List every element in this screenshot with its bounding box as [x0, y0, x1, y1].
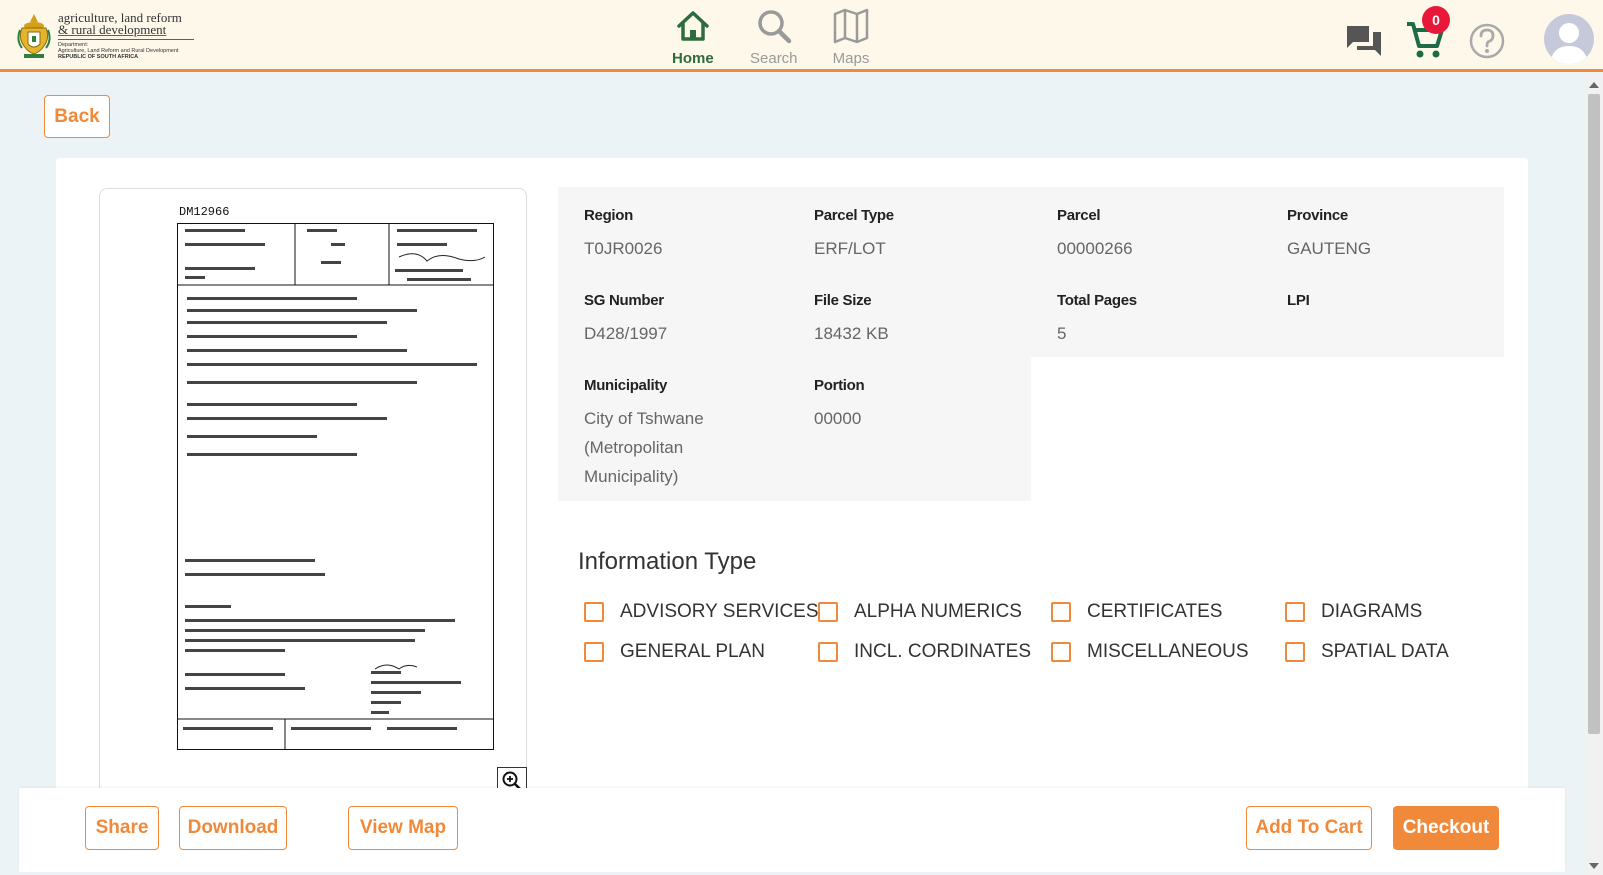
field-portion: Portion 00000	[814, 377, 865, 433]
chat-icon[interactable]	[1345, 22, 1383, 60]
checkbox-box[interactable]	[818, 602, 838, 622]
checkbox-label: MISCELLANEOUS	[1087, 641, 1249, 662]
search-icon	[758, 10, 792, 44]
map-icon	[833, 8, 869, 44]
nav-maps[interactable]: Maps	[831, 6, 871, 67]
lpi-label: LPI	[1287, 292, 1310, 309]
nav-home-label: Home	[672, 50, 714, 67]
file-size-value: 18432 KB	[814, 324, 889, 343]
logo-line-2: & rural development	[58, 22, 167, 37]
add-to-cart-button[interactable]: Add To Cart	[1246, 806, 1372, 850]
checkbox-label: ALPHA NUMERICS	[854, 601, 1022, 622]
checkbox-label: CERTIFICATES	[1087, 601, 1223, 622]
field-parcel: Parcel 00000266	[1057, 207, 1133, 263]
portion-value: 00000	[814, 409, 862, 428]
province-label: Province	[1287, 207, 1348, 224]
scrollbar-thumb[interactable]	[1588, 94, 1600, 734]
field-total-pages: Total Pages 5	[1057, 292, 1137, 348]
checkbox-box[interactable]	[1051, 602, 1071, 622]
logo-title: agriculture, land reform & rural develop…	[58, 11, 194, 37]
nav-home[interactable]: Home	[672, 6, 714, 67]
information-type-heading: Information Type	[578, 548, 757, 575]
top-header: agriculture, land reform & rural develop…	[0, 0, 1603, 72]
checkbox-general-plan[interactable]: GENERAL PLAN	[584, 641, 765, 663]
checkbox-label: GENERAL PLAN	[620, 641, 766, 662]
sg-number-value: D428/1997	[584, 324, 668, 343]
document-preview[interactable]: DM12966	[99, 188, 527, 793]
field-municipality: Municipality City of Tshwane (Metropolit…	[584, 377, 734, 491]
nav-search-label: Search	[750, 50, 798, 67]
checkbox-box[interactable]	[584, 602, 604, 622]
checkbox-box[interactable]	[1285, 602, 1305, 622]
cart-count-badge: 0	[1422, 6, 1450, 34]
checkout-button[interactable]: Checkout	[1393, 806, 1499, 850]
file-size-label: File Size	[814, 292, 872, 309]
checkbox-box[interactable]	[1285, 642, 1305, 662]
checkbox-spatial-data[interactable]: SPATIAL DATA	[1285, 641, 1449, 663]
scroll-up-arrow-icon[interactable]	[1589, 82, 1599, 88]
coat-of-arms-icon	[17, 14, 51, 58]
total-pages-label: Total Pages	[1057, 292, 1137, 309]
checkbox-certificates[interactable]: CERTIFICATES	[1051, 601, 1222, 623]
checkbox-label: DIAGRAMS	[1321, 601, 1423, 622]
checkbox-box[interactable]	[1051, 642, 1071, 662]
checkbox-miscellaneous[interactable]: MISCELLANEOUS	[1051, 641, 1249, 663]
checkbox-box[interactable]	[584, 642, 604, 662]
field-lpi: LPI	[1287, 292, 1310, 319]
field-region: Region T0JR0026	[584, 207, 662, 263]
logo-subtitle: Department: Agriculture, Land Reform and…	[58, 39, 194, 60]
municipality-value: City of Tshwane (Metropolitan Municipali…	[584, 409, 704, 486]
checkbox-label: INCL. CORDINATES	[854, 641, 1032, 662]
parcel-type-value: ERF/LOT	[814, 239, 886, 258]
parcel-value: 00000266	[1057, 239, 1133, 258]
user-icon	[1550, 23, 1588, 64]
home-icon	[677, 11, 709, 41]
checkbox-incl-cordinates[interactable]: INCL. CORDINATES	[818, 641, 1031, 663]
nav-search[interactable]: Search	[750, 6, 798, 67]
region-label: Region	[584, 207, 634, 224]
parcel-type-label: Parcel Type	[814, 207, 894, 224]
field-parcel-type: Parcel Type ERF/LOT	[814, 207, 894, 263]
municipality-label: Municipality	[584, 377, 668, 394]
parcel-label: Parcel	[1057, 207, 1101, 224]
document-scan-image	[177, 223, 494, 750]
nav-maps-label: Maps	[832, 50, 870, 67]
scroll-down-arrow-icon[interactable]	[1589, 863, 1599, 869]
help-icon[interactable]	[1468, 22, 1506, 60]
total-pages-value: 5	[1057, 324, 1067, 343]
back-button[interactable]: Back	[44, 95, 110, 138]
field-file-size: File Size 18432 KB	[814, 292, 889, 348]
checkbox-label: SPATIAL DATA	[1321, 641, 1449, 662]
checkbox-alpha-numerics[interactable]: ALPHA NUMERICS	[818, 601, 1022, 623]
department-logo[interactable]: agriculture, land reform & rural develop…	[16, 11, 194, 60]
logo-sub-3: REPUBLIC OF SOUTH AFRICA	[58, 54, 139, 60]
field-sg-number: SG Number D428/1997	[584, 292, 667, 348]
province-value: GAUTENG	[1287, 239, 1372, 258]
download-button[interactable]: Download	[179, 806, 287, 850]
view-map-button[interactable]: View Map	[348, 806, 458, 850]
checkbox-box[interactable]	[818, 642, 838, 662]
sg-number-label: SG Number	[584, 292, 664, 309]
parcel-details: Region T0JR0026 Parcel Type ERF/LOT Parc…	[558, 187, 1504, 501]
share-button[interactable]: Share	[85, 806, 159, 850]
portion-label: Portion	[814, 377, 865, 394]
field-province: Province GAUTENG	[1287, 207, 1371, 263]
vertical-scrollbar[interactable]	[1585, 76, 1603, 875]
user-avatar[interactable]	[1544, 14, 1594, 64]
checkbox-label: ADVISORY SERVICES	[620, 601, 819, 622]
region-value: T0JR0026	[584, 239, 663, 258]
checkbox-advisory-services[interactable]: ADVISORY SERVICES	[584, 601, 819, 623]
document-id: DM12966	[179, 205, 230, 219]
checkbox-diagrams[interactable]: DIAGRAMS	[1285, 601, 1422, 623]
